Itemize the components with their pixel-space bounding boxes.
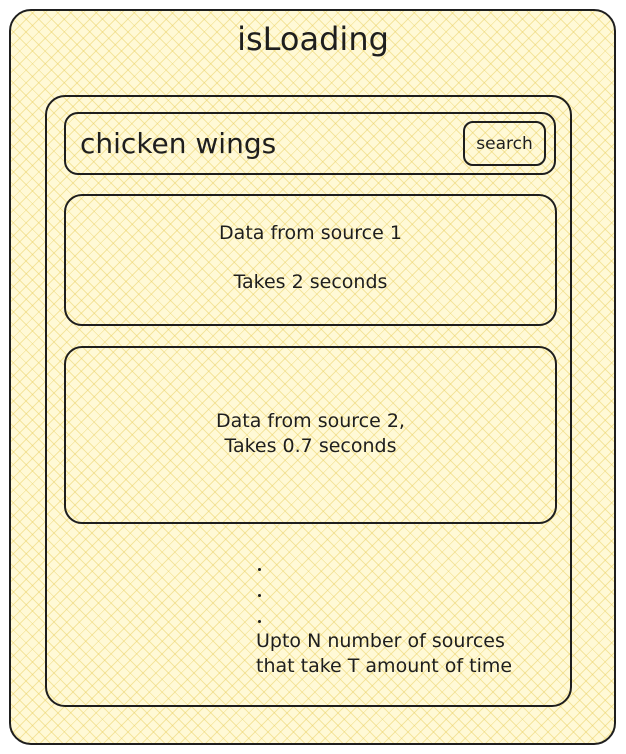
search-button[interactable]: search: [463, 121, 546, 166]
ellipsis-dot: [258, 620, 261, 623]
source-1-label: Data from source 1: [219, 222, 402, 244]
search-input[interactable]: chicken wings: [80, 127, 276, 160]
more-sources-note-line1: Upto N number of sources: [256, 630, 505, 652]
more-sources-note-line2: that take T amount of time: [256, 655, 513, 677]
source-2-duration: Takes 0.7 seconds: [224, 435, 397, 457]
ellipsis-dot: [258, 594, 261, 597]
source-1-duration: Takes 2 seconds: [233, 271, 388, 293]
source-2-label: Data from source 2,: [216, 410, 405, 432]
source-1-card: [64, 194, 557, 326]
diagram-title: isLoading: [237, 20, 389, 58]
ellipsis-dot: [258, 568, 261, 571]
